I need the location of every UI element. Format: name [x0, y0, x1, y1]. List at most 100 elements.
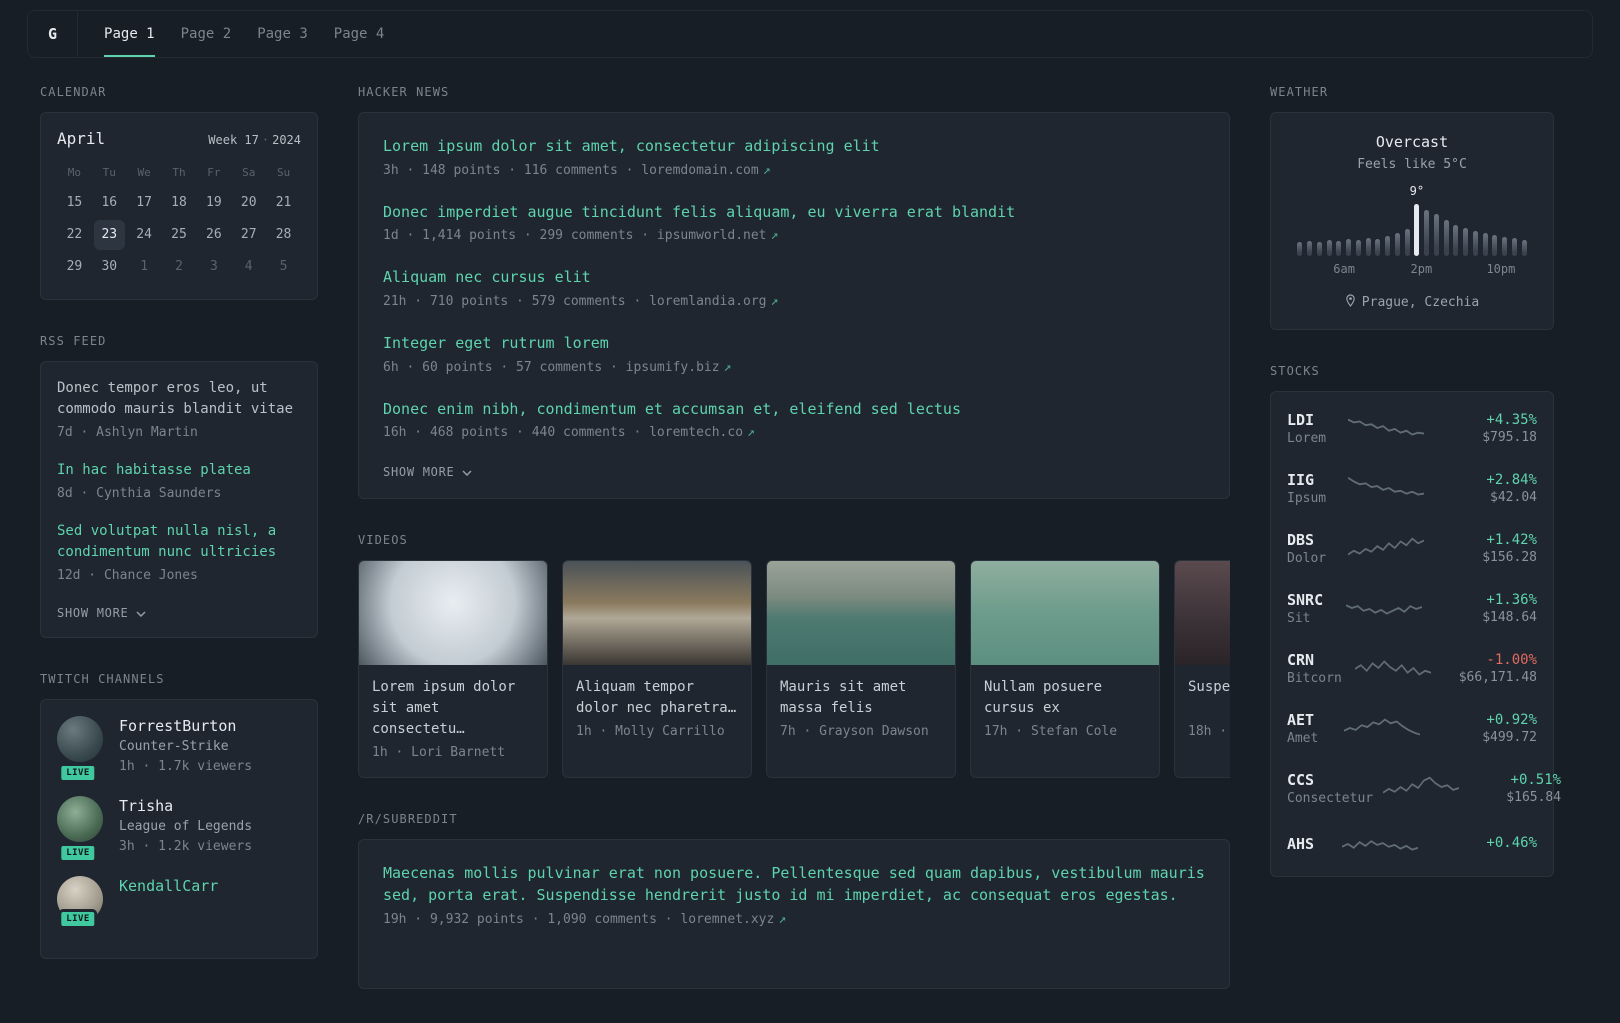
calendar-day-header: We — [137, 166, 151, 179]
live-badge: LIVE — [58, 762, 98, 783]
weather-bar — [1511, 238, 1517, 256]
post-title[interactable]: Donec imperdiet augue tincidunt felis al… — [383, 201, 1205, 224]
stock-row[interactable]: DBS Dolor +1.42% $156.28 — [1287, 518, 1537, 578]
app-logo[interactable]: G — [28, 11, 79, 57]
weather-bar-slot — [1363, 202, 1373, 256]
stock-sparkline — [1383, 776, 1460, 794]
external-link-icon[interactable]: ↗ — [778, 912, 786, 927]
calendar-day: 3 — [209, 259, 218, 274]
stock-sparkline — [1341, 840, 1418, 851]
weather-bar — [1424, 210, 1430, 256]
twitch-channel-info: Trisha League of Legends 3h · 1.2k viewers — [119, 796, 252, 856]
post-meta: 1d · 1,414 points · 299 comments · ipsum… — [383, 227, 1205, 245]
stock-symbol: LDI — [1287, 411, 1315, 429]
weather-location: Prague, Czechia — [1361, 295, 1480, 310]
tab-page-2[interactable]: Page 2 — [181, 11, 232, 57]
weather-bar-slot — [1500, 202, 1510, 256]
stock-sparkline — [1347, 537, 1424, 556]
external-link-icon[interactable]: ↗ — [771, 228, 779, 243]
rss-item-title[interactable]: Donec tempor eros leo, ut commodo mauris… — [57, 378, 301, 420]
videos-row: Lorem ipsum dolor sit amet consectetu… 1h… — [358, 560, 1230, 778]
tab-page-1[interactable]: Page 1 — [104, 11, 155, 57]
video-card[interactable]: Lorem ipsum dolor sit amet consectetu… 1h… — [358, 560, 548, 778]
stock-price: $148.64 — [1482, 610, 1537, 626]
stock-row[interactable]: CRN Bitcorn -1.00% $66,171.48 — [1287, 638, 1537, 698]
rss-item-meta: 7d · Ashlyn Martin — [57, 425, 198, 440]
post-title[interactable]: Integer eget rutrum lorem — [383, 332, 1205, 355]
rss-item: Donec tempor eros leo, ut commodo mauris… — [57, 378, 301, 442]
video-meta: 7h · Grayson Dawson — [780, 724, 929, 740]
post-meta: 16h · 468 points · 440 comments · loremt… — [383, 424, 1205, 442]
video-card[interactable]: Suspendisse diam 18h · Tara — [1174, 560, 1230, 778]
weather-bar-slot — [1422, 202, 1432, 256]
external-link-icon[interactable]: ↗ — [724, 360, 732, 375]
weather-location-row: Prague, Czechia — [1287, 294, 1537, 311]
stock-values: +0.92% $499.72 — [1445, 711, 1537, 746]
calendar-day: 28 — [275, 227, 292, 242]
video-title: Suspendisse diam — [1188, 679, 1230, 696]
weather-bar-slot — [1432, 202, 1442, 256]
external-link-icon[interactable]: ↗ — [771, 294, 779, 309]
stock-row[interactable]: AET Amet +0.92% $499.72 — [1287, 698, 1537, 758]
section-title-subreddit: /R/SUBREDDIT — [358, 811, 458, 826]
section-title-videos: VIDEOS — [358, 533, 408, 548]
rss-show-more-label: SHOW MORE — [57, 605, 129, 620]
calendar-week-label: Week 17 — [208, 133, 259, 147]
calendar-day: 29 — [66, 259, 83, 274]
twitch-avatar-wrap: LIVE — [57, 715, 103, 783]
video-card[interactable]: Aliquam tempor dolor nec pharetra… 1h · M… — [562, 560, 752, 778]
rss-show-more-button[interactable]: SHOW MORE — [57, 606, 146, 620]
external-link-icon[interactable]: ↗ — [747, 425, 755, 440]
twitch-channel-row[interactable]: LIVE ForrestBurton Counter-Strike 1h · 1.7k… — [57, 715, 301, 783]
stock-row[interactable]: LDI Lorem +4.35% $795.18 — [1287, 398, 1537, 458]
stock-name: Ipsum — [1287, 491, 1327, 506]
calendar-year: 2024 — [272, 133, 301, 147]
calendar-day: 17 — [136, 195, 152, 210]
weather-bar-slot — [1480, 202, 1490, 256]
twitch-channel-row[interactable]: LIVE Trisha League of Legends 3h · 1.2k vie… — [57, 795, 301, 863]
stock-symbol: CCS — [1287, 771, 1315, 789]
stock-name: Amet — [1287, 731, 1319, 746]
rss-item-title[interactable]: Sed volutpat nulla nisl, a condimentum n… — [57, 521, 301, 563]
weather-bar — [1453, 225, 1459, 256]
right-column: WEATHER Overcast Feels like 5°C 9° 6am 2p… — [1270, 85, 1561, 1023]
post-title[interactable]: Lorem ipsum dolor sit amet, consectetur … — [383, 135, 1205, 158]
weather-bar — [1355, 240, 1361, 256]
video-card-body: Nullam posuere cursus ex 17h · Stefan Col… — [971, 665, 1159, 755]
twitch-channel-row[interactable]: LIVE KendallCarr — [57, 875, 301, 929]
twitch-channel-meta: 3h · 1.2k viewers — [119, 838, 253, 854]
tab-page-3[interactable]: Page 3 — [257, 11, 308, 57]
weather-time-label: 6am — [1333, 262, 1355, 276]
stock-row[interactable]: SNRC Sit +1.36% $148.64 — [1287, 578, 1537, 638]
external-link-icon[interactable]: ↗ — [763, 163, 771, 178]
stock-id: LDI Lorem — [1287, 410, 1326, 446]
stock-price: $66,171.48 — [1458, 670, 1537, 686]
post-title[interactable]: Donec enim nibh, condimentum et accumsan… — [383, 398, 1205, 421]
hackernews-show-more-button[interactable]: SHOW MORE — [383, 465, 472, 479]
weather-highlight-temp: 9° — [1409, 184, 1425, 198]
weather-bar-slot — [1344, 202, 1354, 256]
post-meta: 6h · 60 points · 57 comments · ipsumify.… — [383, 359, 1205, 377]
video-title: Aliquam tempor dolor nec pharetra… — [576, 679, 737, 717]
weather-bar-slot — [1461, 202, 1471, 256]
weather-bar-slot — [1441, 202, 1451, 256]
tab-page-4[interactable]: Page 4 — [334, 11, 385, 57]
stock-row[interactable]: CCS Consectetur +0.51% $165.84 — [1287, 758, 1561, 818]
video-card[interactable]: Mauris sit amet massa felis 7h · Grayson … — [766, 560, 956, 778]
post-title[interactable]: Aliquam nec cursus elit — [383, 266, 1205, 289]
weather-widget: WEATHER Overcast Feels like 5°C 9° 6am 2p… — [1270, 85, 1554, 330]
calendar-month: April — [57, 129, 106, 148]
stocks-widget: STOCKS LDI Lorem +4.35% $795.18 IIG Ipsum +2.8… — [1270, 364, 1561, 877]
rss-item: In hac habitasse platea 8d · Cynthia Saun… — [57, 460, 301, 503]
post-item: Aliquam nec cursus elit 21h · 710 points … — [383, 266, 1205, 311]
calendar-widget: CALENDAR April Week 17 · 2024 Mo Tu We Th Fr Sa… — [40, 85, 318, 300]
weather-feels-like: Feels like 5°C — [1357, 157, 1467, 172]
calendar-day: 24 — [136, 227, 152, 242]
weather-bar-slot — [1490, 202, 1500, 256]
separator-dot: · — [261, 133, 270, 147]
video-card[interactable]: Nullam posuere cursus ex 17h · Stefan Col… — [970, 560, 1160, 778]
rss-item-title[interactable]: In hac habitasse platea — [57, 460, 301, 481]
stock-row[interactable]: IIG Ipsum +2.84% $42.04 — [1287, 458, 1537, 518]
stock-row[interactable]: AHS +0.46% — [1287, 818, 1537, 870]
post-meta-text: 21h · 710 points · 579 comments · loreml… — [383, 293, 767, 309]
